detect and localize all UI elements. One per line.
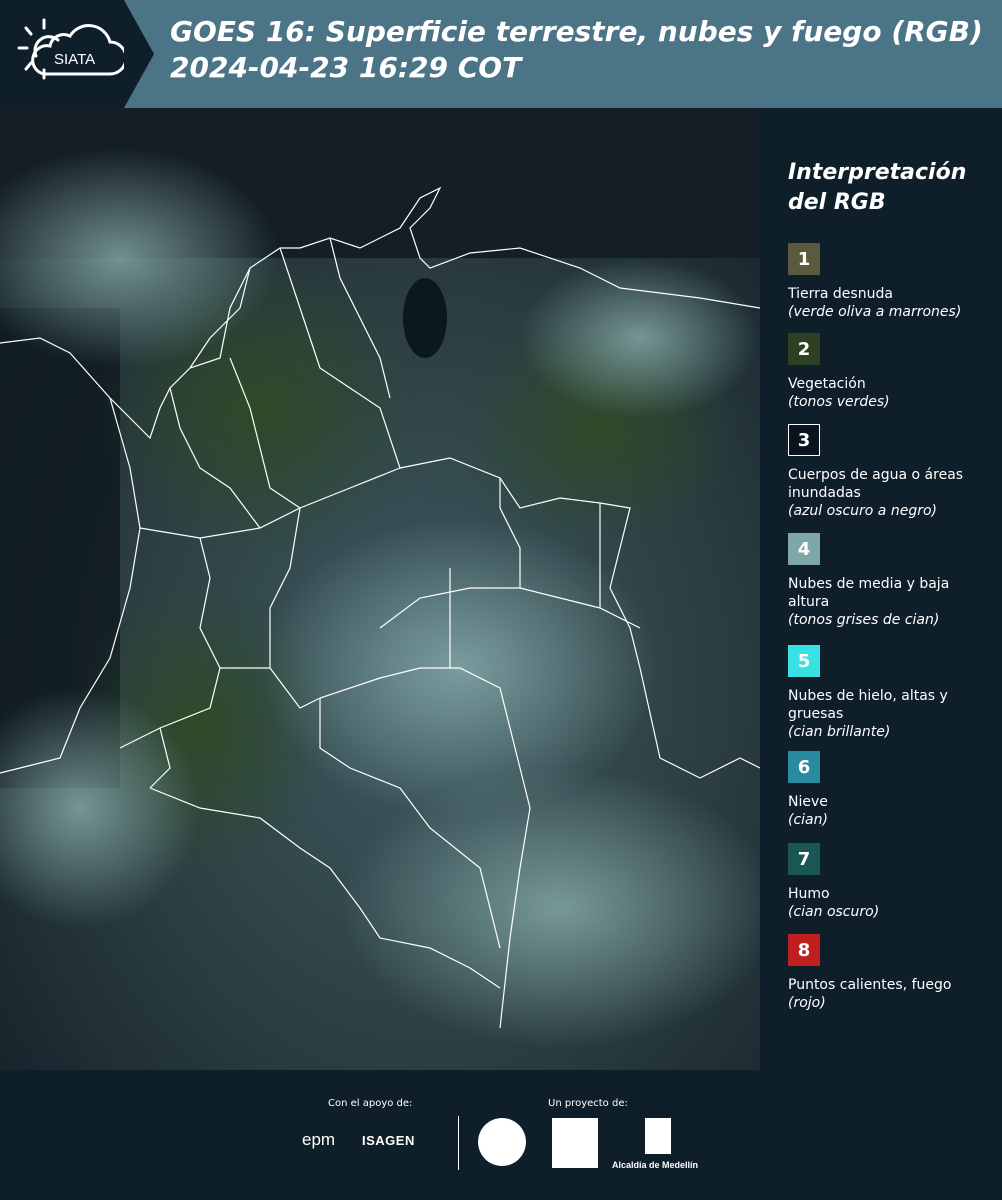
logo-area: SIATA bbox=[0, 0, 154, 108]
university-seal-icon bbox=[478, 1118, 526, 1166]
svg-text:SIATA: SIATA bbox=[54, 51, 95, 68]
legend-item-6: 6 Nieve (cian) bbox=[788, 751, 988, 829]
legend-item-description: (cian oscuro) bbox=[788, 904, 880, 920]
alcaldia-shield-icon bbox=[645, 1118, 671, 1154]
legend-item-8: 8 Puntos calientes, fuego (rojo) bbox=[788, 934, 988, 1012]
alcaldia-label: Alcaldía de Medellín bbox=[612, 1160, 699, 1170]
satellite-image bbox=[0, 108, 760, 1070]
legend-item-description: (tonos grises de cian) bbox=[788, 612, 940, 628]
legend-item-3: 3 Cuerpos de agua o áreas inundadas (azul … bbox=[788, 424, 988, 520]
legend-item-description: (azul oscuro a negro) bbox=[788, 503, 937, 519]
legend-swatch: 1 bbox=[788, 243, 820, 275]
legend-item-description: (rojo) bbox=[788, 995, 826, 1011]
legend-swatch: 5 bbox=[788, 645, 820, 677]
satellite-map bbox=[0, 108, 760, 1070]
legend-swatch: 8 bbox=[788, 934, 820, 966]
cloud-cover bbox=[520, 258, 760, 418]
legend-item-label: Nieve bbox=[788, 794, 828, 810]
legend-item-description: (verde oliva a marrones) bbox=[788, 304, 962, 320]
legend-swatch: 7 bbox=[788, 843, 820, 875]
legend-item-label: Cuerpos de agua o áreas inundadas bbox=[788, 467, 964, 501]
legend-swatch: 3 bbox=[788, 424, 820, 456]
legend-item-2: 2 Vegetación (tonos verdes) bbox=[788, 333, 988, 411]
legend-item-1: 1 Tierra desnuda (verde oliva a marrones) bbox=[788, 243, 988, 321]
legend-title: Interpretación del RGB bbox=[788, 160, 967, 215]
siata-logo-icon: SIATA bbox=[17, 18, 124, 80]
legend-item-label: Nubes de media y baja altura bbox=[788, 576, 950, 610]
isagen-logo: ISAGEN bbox=[362, 1133, 415, 1148]
legend-item-label: Humo bbox=[788, 886, 830, 902]
header-bar: SIATA GOES 16: Superficie terrestre, nub… bbox=[0, 0, 1002, 108]
lake-maracaibo bbox=[403, 278, 447, 358]
legend-item-label: Vegetación bbox=[788, 376, 866, 392]
area-metropolitana-logo-icon bbox=[552, 1118, 598, 1168]
support-label: Con el apoyo de: bbox=[328, 1098, 413, 1109]
legend-item-7: 7 Humo (cian oscuro) bbox=[788, 843, 988, 921]
legend-swatch: 2 bbox=[788, 333, 820, 365]
footer-bar: Con el apoyo de: Un proyecto de: epm ISA… bbox=[0, 1070, 1002, 1200]
legend-item-5: 5 Nubes de hielo, altas y gruesas (cian br… bbox=[788, 645, 988, 741]
epm-logo: epm bbox=[302, 1130, 336, 1149]
footer-divider bbox=[458, 1116, 459, 1170]
legend-item-description: (cian brillante) bbox=[788, 724, 891, 740]
project-label: Un proyecto de: bbox=[548, 1098, 628, 1109]
legend-item-label: Tierra desnuda bbox=[788, 286, 893, 302]
legend-item-description: (tonos verdes) bbox=[788, 394, 890, 410]
legend-item-label: Nubes de hielo, altas y gruesas bbox=[788, 688, 948, 722]
legend-item-description: (cian) bbox=[788, 812, 828, 828]
page-title: GOES 16: Superficie terrestre, nubes y f… bbox=[170, 15, 983, 84]
legend-swatch: 4 bbox=[788, 533, 820, 565]
legend-swatch: 6 bbox=[788, 751, 820, 783]
legend-panel: Interpretación del RGB bbox=[788, 158, 988, 240]
cloud-cover bbox=[340, 768, 760, 1048]
legend-item-4: 4 Nubes de media y baja altura (tonos gris… bbox=[788, 533, 988, 629]
legend-item-label: Puntos calientes, fuego bbox=[788, 977, 952, 993]
